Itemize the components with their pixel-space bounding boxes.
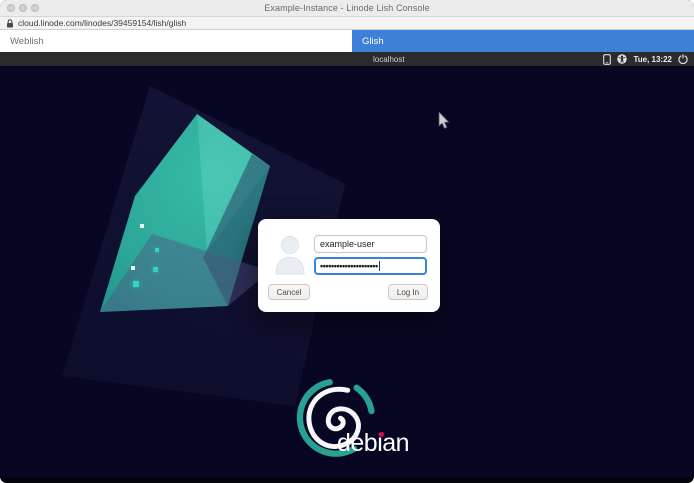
tab-glish[interactable]: Glish: [352, 30, 694, 52]
browser-window: Example-Instance - Linode Lish Console c…: [0, 0, 694, 483]
tab-weblish-label: Weblish: [10, 36, 44, 47]
power-icon[interactable]: [678, 54, 688, 64]
log-in-button[interactable]: Log In: [388, 284, 428, 300]
accessibility-icon[interactable]: [617, 54, 627, 64]
tab-glish-label: Glish: [362, 36, 384, 47]
text-caret: [379, 261, 380, 271]
star-dot: [133, 281, 139, 287]
user-avatar-icon: [272, 234, 308, 276]
status-area: Tue, 13:22: [603, 52, 688, 66]
login-dialog: ••••••••••••••••••••• Cancel Log In: [258, 219, 440, 312]
titlebar: Example-Instance - Linode Lish Console: [0, 0, 694, 17]
debian-i-dot: [379, 432, 384, 437]
hostname-label: localhost: [373, 55, 405, 64]
password-input[interactable]: •••••••••••••••••••••: [314, 257, 427, 275]
url-text: cloud.linode.com/linodes/39459154/lish/g…: [18, 18, 186, 28]
star-dot: [140, 224, 144, 228]
traffic-lights: [7, 4, 39, 12]
password-masked-value: •••••••••••••••••••••: [320, 261, 378, 271]
tab-weblish[interactable]: Weblish: [0, 30, 352, 52]
star-dot: [131, 266, 135, 270]
url-bar[interactable]: cloud.linode.com/linodes/39459154/lish/g…: [0, 17, 694, 30]
star-dot: [153, 267, 158, 272]
tablet-icon[interactable]: [603, 54, 611, 65]
mouse-cursor-arrow: [438, 112, 450, 130]
gnome-top-bar: localhost Tue, 13:22: [0, 52, 694, 66]
username-input[interactable]: [314, 235, 427, 253]
minimize-button[interactable]: [19, 4, 27, 12]
padlock-icon: [6, 19, 14, 28]
screen-letterbox: [0, 477, 694, 483]
debian-wordmark: debian: [337, 429, 409, 458]
cancel-button[interactable]: Cancel: [268, 284, 310, 300]
close-button[interactable]: [7, 4, 15, 12]
clock-label[interactable]: Tue, 13:22: [633, 55, 672, 64]
star-dot: [155, 248, 159, 252]
zoom-button[interactable]: [31, 4, 39, 12]
glish-console-screen[interactable]: ••••••••••••••••••••• Cancel Log In debi…: [0, 66, 694, 483]
lish-tab-bar: Weblish Glish: [0, 30, 694, 52]
window-title: Example-Instance - Linode Lish Console: [264, 3, 429, 13]
